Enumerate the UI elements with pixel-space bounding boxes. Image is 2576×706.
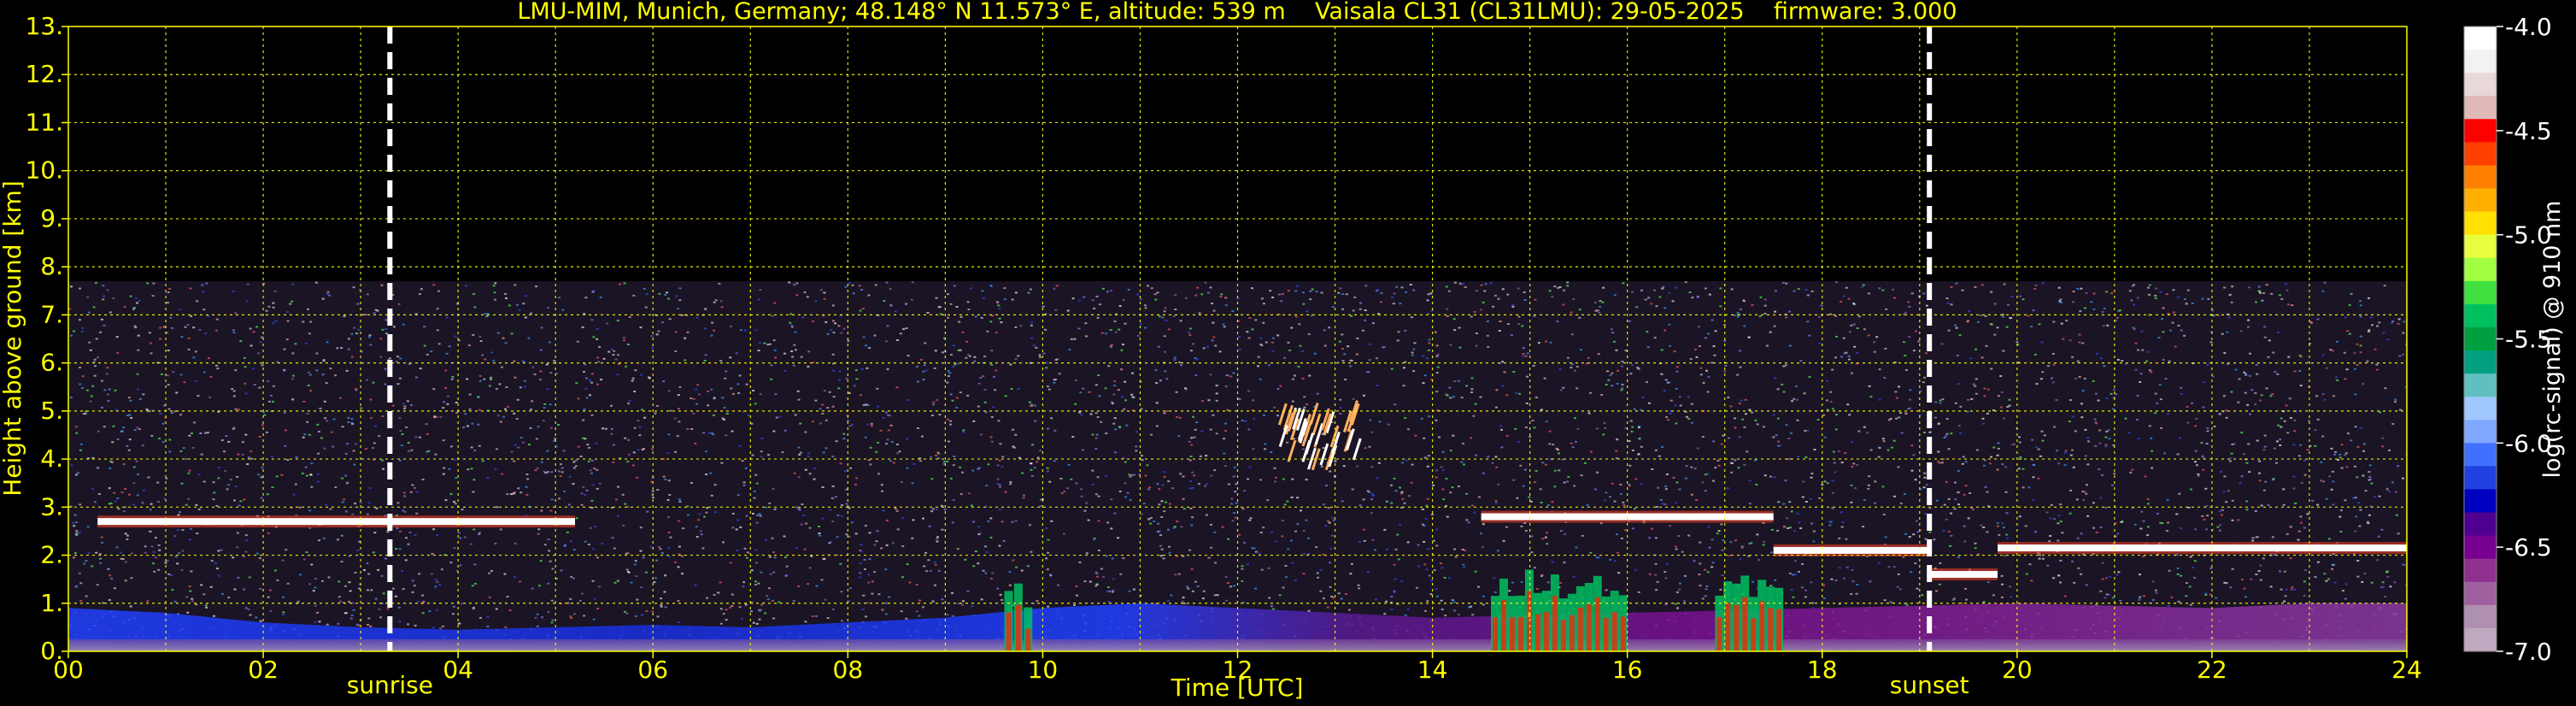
x-tick-label: 04 xyxy=(443,656,473,684)
colorbar-swatch xyxy=(2464,397,2497,421)
colorbar-swatch xyxy=(2464,50,2497,74)
x-tick-label: 06 xyxy=(637,656,668,684)
sunset-label: sunset xyxy=(1890,671,1969,699)
colorbar-swatch xyxy=(2464,280,2497,305)
colorbar-swatch xyxy=(2464,443,2497,467)
y-tick-label: 9. xyxy=(40,204,63,232)
colorbar-swatch xyxy=(2464,581,2497,606)
x-tick-label: 08 xyxy=(833,656,864,684)
colorbar-swatch xyxy=(2464,535,2497,560)
colorbar-label: log(rc-signal) @ 910 nm xyxy=(2539,201,2566,479)
colorbar-swatch xyxy=(2464,627,2497,652)
y-tick-label: 12. xyxy=(25,60,63,88)
colorbar-swatch xyxy=(2464,420,2497,444)
y-tick-label: 2. xyxy=(40,541,63,569)
x-tick-label: 16 xyxy=(1612,656,1643,684)
x-tick-label: 18 xyxy=(1807,656,1838,684)
x-tick-label: 20 xyxy=(2002,656,2033,684)
colorbar-swatch xyxy=(2464,604,2497,629)
colorbar-swatch xyxy=(2464,327,2497,351)
x-tick-label: 00 xyxy=(53,656,84,684)
x-tick-label: 24 xyxy=(2391,656,2422,684)
y-tick-label: 5. xyxy=(40,397,63,425)
colorbar-swatch xyxy=(2464,257,2497,282)
colorbar-tick-label: -4.5 xyxy=(2505,117,2552,145)
x-tick-label: 22 xyxy=(2197,656,2227,684)
colorbar-swatch xyxy=(2464,73,2497,97)
sunrise-label: sunrise xyxy=(347,671,433,699)
colorbar-tick-label: -7.0 xyxy=(2505,638,2552,666)
cloud-layer xyxy=(1998,542,2407,555)
backscatter-heatmap xyxy=(68,281,2407,651)
colorbar-swatch xyxy=(2464,350,2497,374)
colorbar-tick-label: -4.0 xyxy=(2505,13,2552,41)
x-axis-label: Time [UTC] xyxy=(1171,674,1304,702)
y-tick-label: 1. xyxy=(40,589,63,617)
y-tick-label: 11. xyxy=(25,108,63,136)
cloud-layer xyxy=(1773,544,1930,556)
colorbar xyxy=(2463,26,2497,652)
colorbar-swatch xyxy=(2464,142,2497,167)
x-tick-label: 10 xyxy=(1028,656,1059,684)
colorbar-swatch xyxy=(2464,119,2497,143)
colorbar-swatch xyxy=(2464,374,2497,397)
colorbar-tick-label: -6.5 xyxy=(2505,533,2552,562)
colorbar-swatch xyxy=(2464,512,2497,537)
colorbar-swatch xyxy=(2464,303,2497,328)
colorbar-swatch xyxy=(2464,558,2497,583)
colorbar-swatch xyxy=(2464,26,2497,50)
y-tick-label: 7. xyxy=(40,300,63,328)
colorbar-swatch xyxy=(2464,489,2497,514)
plot-area xyxy=(68,26,2407,651)
colorbar-swatch xyxy=(2464,466,2497,491)
colorbar-swatch xyxy=(2464,96,2497,120)
colorbar-swatch xyxy=(2464,188,2497,213)
y-tick-label: 3. xyxy=(40,492,63,521)
y-tick-label: 4. xyxy=(40,444,63,473)
y-tick-label: 8. xyxy=(40,252,63,280)
ceilometer-figure: LMU-MIM, Munich, Germany; 48.148° N 11.5… xyxy=(0,0,2576,706)
y-axis-label: Height above ground [km] xyxy=(0,180,26,497)
x-tick-label: 02 xyxy=(248,656,279,684)
colorbar-swatch xyxy=(2464,165,2497,190)
x-tick-label: 14 xyxy=(1417,656,1448,684)
colorbar-swatch xyxy=(2464,211,2497,236)
y-tick-label: 13. xyxy=(25,12,63,40)
cloud-layer xyxy=(97,515,576,528)
chart-title: LMU-MIM, Munich, Germany; 48.148° N 11.5… xyxy=(517,0,1957,25)
colorbar-swatch xyxy=(2464,234,2497,259)
y-tick-label: 6. xyxy=(40,349,63,377)
cloud-layer xyxy=(1929,568,1998,581)
y-tick-label: 10. xyxy=(25,156,63,185)
